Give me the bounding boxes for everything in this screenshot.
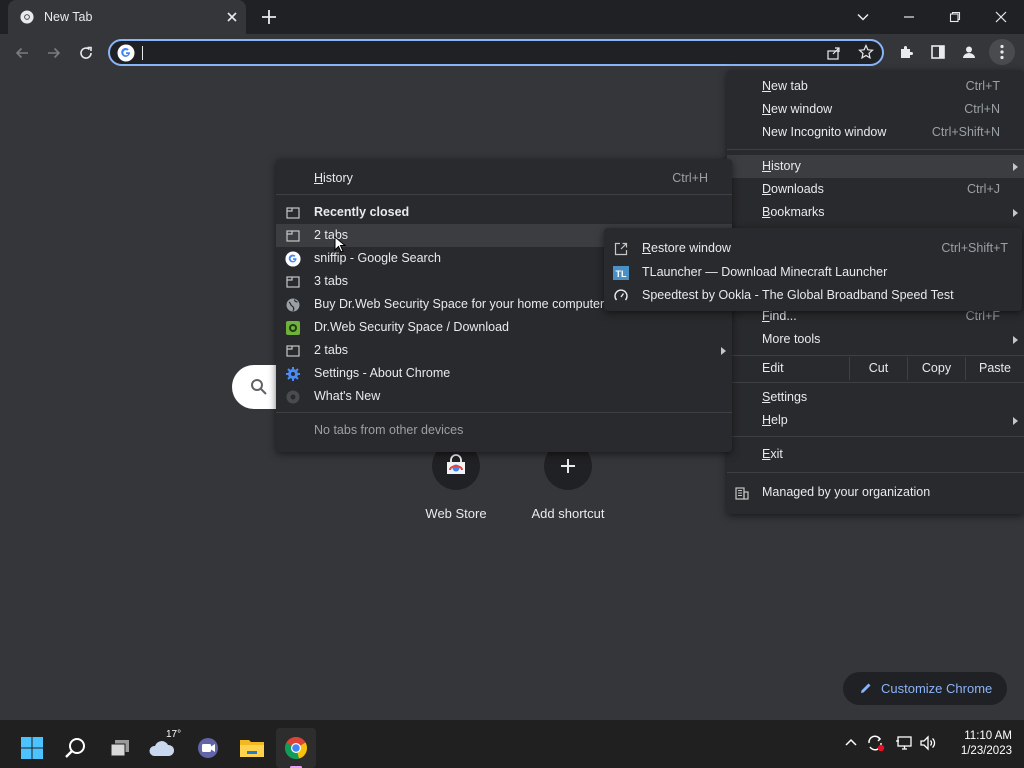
- submenu-arrow-icon: [1013, 163, 1018, 171]
- shortcut-web-store[interactable]: Web Store: [400, 442, 512, 522]
- menu-item-help[interactable]: Help: [727, 409, 1024, 432]
- google-icon: [117, 44, 135, 62]
- teams-chat-icon[interactable]: [188, 728, 228, 768]
- cut-button[interactable]: Cut: [849, 357, 907, 380]
- minimize-icon[interactable]: [886, 0, 932, 34]
- menu-row-edit: Edit Cut Copy Paste: [727, 357, 1024, 381]
- menu-item-bookmarks[interactable]: Bookmarks: [727, 201, 1024, 224]
- copy-button[interactable]: Copy: [907, 357, 965, 380]
- menu-item-settings[interactable]: Settings: [727, 386, 1024, 409]
- google-icon: [285, 251, 301, 267]
- recent-tab-item[interactable]: Speedtest by Ookla - The Global Broadban…: [604, 284, 1022, 307]
- no-other-devices-text: No tabs from other devices: [314, 423, 464, 437]
- tab-title: New Tab: [44, 10, 93, 24]
- chrome-menu-button[interactable]: [989, 39, 1015, 65]
- close-window-icon[interactable]: [978, 0, 1024, 34]
- address-bar[interactable]: [108, 39, 884, 66]
- submenu-arrow-icon: [1013, 417, 1018, 425]
- share-icon[interactable]: [826, 45, 842, 61]
- text-caret: [142, 46, 143, 60]
- menu-item-new-window[interactable]: New window Ctrl+N: [727, 98, 1024, 121]
- menu-item-downloads[interactable]: Downloads Ctrl+J: [727, 178, 1024, 201]
- search-icon: [250, 378, 268, 396]
- back-icon[interactable]: [7, 38, 37, 68]
- mouse-cursor-icon: [334, 236, 346, 254]
- chrome-icon: [285, 389, 301, 405]
- tab-group-icon: [285, 274, 301, 290]
- building-icon: [734, 485, 750, 501]
- taskbar-search-icon[interactable]: [56, 728, 96, 768]
- edit-label: Edit: [762, 361, 784, 375]
- side-panel-icon[interactable]: [930, 44, 946, 60]
- recently-closed-header: Recently closed: [276, 201, 732, 224]
- menu-item-new-tab[interactable]: New tab Ctrl+T: [727, 75, 1024, 98]
- tab-group-icon: [285, 205, 301, 221]
- weather-widget[interactable]: 17°: [144, 728, 184, 768]
- customize-label: Customize Chrome: [881, 681, 993, 696]
- chrome-favicon-icon: [20, 10, 34, 24]
- paste-button[interactable]: Paste: [965, 357, 1024, 380]
- submenu-arrow-icon: [1013, 336, 1018, 344]
- kebab-menu-icon: [1000, 44, 1004, 60]
- weather-temperature: 17°: [166, 729, 182, 740]
- system-clock[interactable]: 11:10 AM 1/23/2023: [942, 729, 1012, 759]
- history-item[interactable]: 2 tabs: [276, 339, 732, 362]
- show-hidden-icons-chevron-icon[interactable]: [844, 736, 858, 750]
- file-explorer-icon[interactable]: [232, 728, 272, 768]
- recent-tab-item[interactable]: TL TLauncher — Download Minecraft Launch…: [604, 261, 1022, 284]
- windows-taskbar: 17° 11:10 AM 1/23/2023: [0, 720, 1024, 768]
- menu-item-more-tools[interactable]: More tools: [727, 328, 1024, 351]
- menu-item-managed[interactable]: Managed by your organization: [727, 481, 1024, 504]
- menu-item-new-incognito[interactable]: New Incognito window Ctrl+Shift+N: [727, 121, 1024, 144]
- plus-icon: [558, 456, 578, 476]
- tlauncher-icon: TL: [613, 265, 629, 281]
- open-in-new-icon: [613, 241, 629, 257]
- profile-avatar-icon[interactable]: [961, 44, 977, 60]
- forward-icon[interactable]: [39, 38, 69, 68]
- drweb-icon: [285, 320, 301, 336]
- history-item[interactable]: Dr.Web Security Space / Download: [276, 316, 732, 339]
- submenu-arrow-icon: [1013, 209, 1018, 217]
- volume-icon[interactable]: [919, 735, 937, 751]
- globe-icon: [285, 297, 301, 313]
- shortcut-label: Add shortcut: [531, 506, 605, 521]
- new-tab-button[interactable]: [258, 6, 280, 28]
- windows-start-icon[interactable]: [12, 728, 52, 768]
- add-shortcut-button[interactable]: Add shortcut: [512, 442, 624, 522]
- history-item[interactable]: What's New: [276, 385, 732, 408]
- submenu-arrow-icon: [721, 347, 726, 355]
- tab-new-tab[interactable]: New Tab: [8, 0, 246, 34]
- menu-item-history[interactable]: History: [727, 155, 1024, 178]
- svg-text:TL: TL: [616, 269, 627, 279]
- history-menu-history[interactable]: History Ctrl+H: [276, 167, 732, 190]
- network-icon[interactable]: [895, 735, 913, 751]
- history-item[interactable]: Settings - About Chrome: [276, 362, 732, 385]
- bookmark-star-icon[interactable]: [858, 44, 874, 60]
- extensions-puzzle-icon[interactable]: [898, 44, 914, 60]
- shortcut-label: Web Store: [425, 506, 487, 521]
- customize-chrome-button[interactable]: Customize Chrome: [843, 672, 1007, 705]
- clock-time: 11:10 AM: [964, 730, 1012, 742]
- recent-window-submenu: Restore window Ctrl+Shift+T TL TLauncher…: [604, 228, 1022, 311]
- task-view-icon[interactable]: [100, 728, 140, 768]
- web-store-icon: [444, 454, 468, 478]
- settings-gear-icon: [285, 366, 301, 382]
- sync-update-icon[interactable]: [866, 734, 886, 752]
- tab-group-icon: [285, 228, 301, 244]
- pencil-icon: [859, 681, 873, 695]
- tab-group-icon: [285, 343, 301, 359]
- reload-icon[interactable]: [71, 38, 101, 68]
- menu-item-exit[interactable]: Exit: [727, 443, 1024, 466]
- speedtest-icon: [613, 288, 629, 304]
- restore-window-item[interactable]: Restore window Ctrl+Shift+T: [604, 237, 1022, 260]
- restore-icon[interactable]: [932, 0, 978, 34]
- clock-date: 1/23/2023: [960, 745, 1012, 757]
- chrome-taskbar-icon[interactable]: [276, 728, 316, 768]
- tab-close-icon[interactable]: [224, 9, 240, 25]
- tab-search-icon[interactable]: [840, 0, 886, 34]
